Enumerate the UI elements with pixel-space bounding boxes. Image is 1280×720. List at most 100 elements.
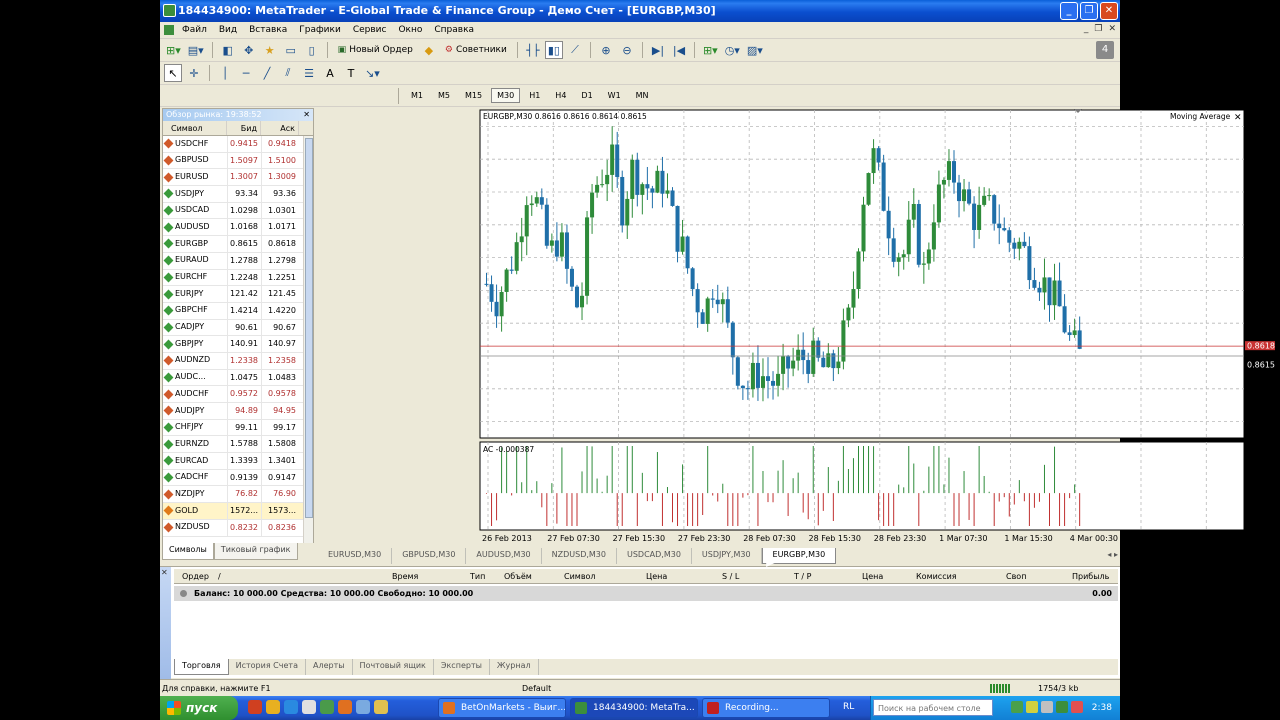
channel-icon[interactable]: ⫽ [279, 64, 297, 82]
market-watch-row[interactable]: AUDUSD 1.0168 1.0171 [163, 219, 313, 237]
line-chart-icon[interactable]: ⟋ [566, 41, 584, 59]
menu-view[interactable]: Вид [213, 25, 243, 35]
chart-window[interactable]: 26 Feb 2013 27 Feb 07:30 27 Feb 15:30 27 Fe… [318, 108, 1278, 548]
experts-button[interactable]: ⚙ Советники [441, 41, 511, 59]
media-icon[interactable] [320, 700, 334, 714]
timeframe-d1[interactable]: D1 [575, 88, 598, 103]
timeframe-w1[interactable]: W1 [602, 88, 627, 103]
market-watch-row[interactable]: EURUSD 1.3007 1.3009 [163, 169, 313, 187]
task-betonmarkets[interactable]: BetOnMarkets - Выиг... [438, 698, 566, 718]
column-price-current[interactable]: Цена [862, 569, 883, 584]
profiles-icon[interactable]: ▤▾ [186, 41, 206, 59]
notepad-icon[interactable] [356, 700, 370, 714]
candlestick-icon[interactable]: ▮▯ [544, 41, 563, 59]
market-watch-row[interactable]: NZDJPY 76.82 76.90 [163, 486, 313, 504]
column-tp[interactable]: T / P [794, 569, 812, 584]
minimize-button[interactable]: _ [1060, 2, 1078, 20]
market-watch-row[interactable]: NZDUSD 0.8232 0.8236 [163, 519, 313, 537]
column-order[interactable]: Ордер [182, 569, 209, 584]
market-watch-row[interactable]: EURNZD 1.5788 1.5808 [163, 436, 313, 454]
market-watch-row[interactable]: AUDC... 1.0475 1.0483 [163, 369, 313, 387]
tab-symbols[interactable]: Символы [162, 543, 214, 560]
close-icon[interactable]: ✕ [303, 109, 310, 121]
market-watch-row[interactable]: AUDJPY 94.89 94.95 [163, 403, 313, 420]
market-watch-row[interactable]: AUDCHF 0.9572 0.9578 [163, 386, 313, 403]
market-watch-row[interactable]: GBPUSD 1.5097 1.5100 [163, 152, 313, 170]
terminal-icon[interactable]: ▭ [282, 41, 300, 59]
mdi-close-button[interactable]: ✕ [1108, 24, 1116, 34]
column-ask[interactable]: Аск [261, 121, 299, 135]
tab-alerts[interactable]: Алерты [306, 659, 353, 675]
tab-trade[interactable]: Торговля [174, 659, 229, 675]
text-label-icon[interactable]: T [342, 64, 360, 82]
mdi-restore-button[interactable]: ❐ [1094, 24, 1102, 34]
cursor-icon[interactable]: ↖ [164, 64, 182, 82]
zoom-out-icon[interactable]: ⊖ [618, 41, 636, 59]
bar-chart-icon[interactable]: ┤├ [524, 41, 542, 59]
language-indicator[interactable]: RL [843, 702, 854, 712]
firefox-icon[interactable] [338, 700, 352, 714]
market-watch-row[interactable]: USDJPY 93.34 93.36 [163, 186, 313, 203]
menu-help[interactable]: Справка [428, 25, 480, 35]
menu-file[interactable]: Файл [176, 25, 213, 35]
tray-update-icon[interactable] [1071, 701, 1083, 713]
column-profit[interactable]: Прибыль [1072, 569, 1109, 584]
column-volume[interactable]: Объём [504, 569, 532, 584]
chart-tabs-scroll-icon[interactable]: ◂ ▸ [1107, 550, 1118, 559]
chrome-icon[interactable] [266, 700, 280, 714]
tray-app-icon[interactable] [1056, 701, 1068, 713]
chart-tab-usdjpy[interactable]: USDJPY,M30 [692, 548, 762, 564]
timeframe-m5[interactable]: M5 [432, 88, 456, 103]
market-watch-row[interactable]: USDCAD 1.0298 1.0301 [163, 202, 313, 220]
timeframe-mn[interactable]: MN [630, 88, 655, 103]
market-watch-row[interactable]: EURAUD 1.2788 1.2798 [163, 252, 313, 270]
tab-experts[interactable]: Эксперты [434, 659, 490, 675]
tray-shield-icon[interactable] [1026, 701, 1038, 713]
mdi-minimize-button[interactable]: _ [1084, 24, 1089, 34]
tab-journal[interactable]: Журнал [490, 659, 539, 675]
column-sl[interactable]: S / L [722, 569, 739, 584]
navigator-icon[interactable]: ✥ [240, 41, 258, 59]
periods-icon[interactable]: ◷▾ [723, 41, 742, 59]
folder-icon[interactable] [374, 700, 388, 714]
menu-insert[interactable]: Вставка [243, 25, 293, 35]
column-symbol[interactable]: Символ [163, 121, 227, 135]
arrows-icon[interactable]: ↘▾ [363, 64, 382, 82]
opera-icon[interactable] [248, 700, 262, 714]
column-time[interactable]: Время [392, 569, 418, 584]
timeframe-h4[interactable]: H4 [549, 88, 572, 103]
market-watch-row[interactable]: GBPJPY 140.91 140.97 [163, 336, 313, 353]
horizontal-line-icon[interactable]: ─ [237, 64, 255, 82]
market-watch-row[interactable]: CADCHF 0.9139 0.9147 [163, 469, 313, 487]
fibonacci-icon[interactable]: ☰ [300, 64, 318, 82]
tab-account-history[interactable]: История Счета [229, 659, 306, 675]
menu-window[interactable]: Окно [392, 25, 428, 35]
chart-shift-icon[interactable]: |◀ [670, 41, 688, 59]
column-swap[interactable]: Своп [1006, 569, 1026, 584]
chart-tab-gbpusd[interactable]: GBPUSD,M30 [392, 548, 467, 564]
candlestick-chart[interactable]: 26 Feb 2013 27 Feb 07:30 27 Feb 15:30 27 Fe… [318, 108, 1278, 548]
column-commission[interactable]: Комиссия [916, 569, 957, 584]
maximize-button[interactable]: ❐ [1080, 2, 1098, 20]
column-symbol[interactable]: Символ [564, 569, 596, 584]
start-button[interactable]: пуск [160, 696, 238, 720]
chart-tab-eurusd[interactable]: EURUSD,M30 [318, 548, 393, 564]
metaeditor-icon[interactable]: ◆ [420, 41, 438, 59]
task-recording[interactable]: Recording... [702, 698, 830, 718]
new-order-button[interactable]: ▣ Новый Ордер [334, 41, 417, 59]
market-watch-row[interactable]: EURGBP 0.8615 0.8618 [163, 236, 313, 253]
text-icon[interactable]: A [321, 64, 339, 82]
trendline-icon[interactable]: ╱ [258, 64, 276, 82]
outlook-icon[interactable] [302, 700, 316, 714]
market-watch-row[interactable]: CADJPY 90.61 90.67 [163, 319, 313, 337]
task-metatrader[interactable]: 184434900: MetaTra... [570, 698, 698, 718]
menu-tools[interactable]: Сервис [347, 25, 393, 35]
column-price[interactable]: Цена [646, 569, 667, 584]
favorites-icon[interactable]: ★ [261, 41, 279, 59]
timeframe-m15[interactable]: M15 [459, 88, 488, 103]
help-icon[interactable]: 4 [1096, 41, 1114, 59]
market-watch-row[interactable]: GOLD 1572... 1573... [163, 503, 313, 520]
timeframe-m1[interactable]: M1 [405, 88, 429, 103]
market-watch-row[interactable]: CHFJPY 99.11 99.17 [163, 419, 313, 437]
market-watch-scrollbar[interactable] [303, 136, 313, 546]
